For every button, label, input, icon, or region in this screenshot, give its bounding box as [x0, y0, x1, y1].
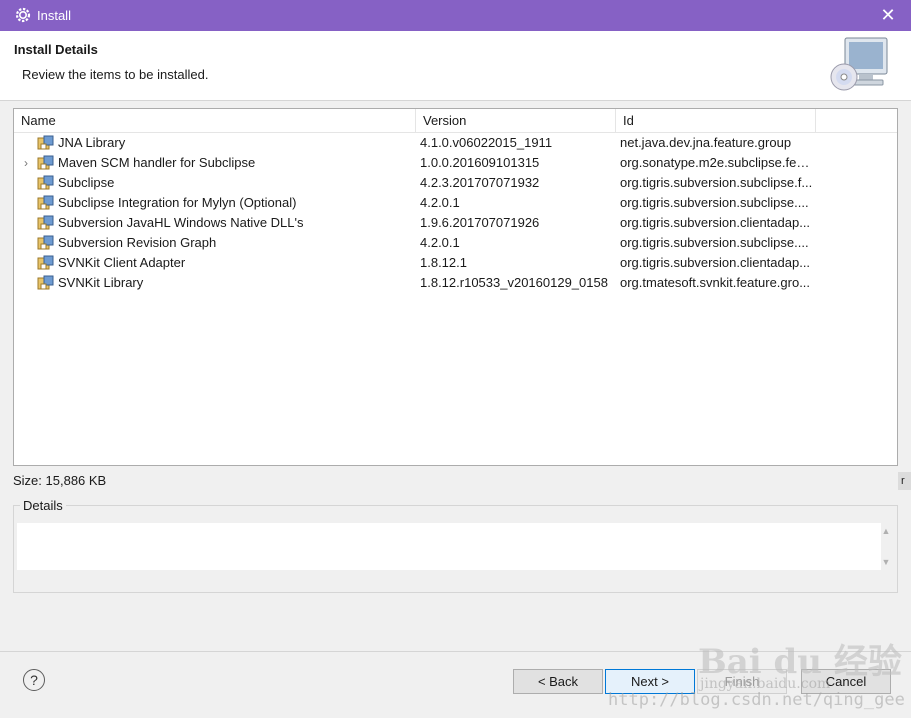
row-id: org.tigris.subversion.clientadap... — [620, 255, 811, 270]
table-row[interactable]: Subclipse 4.2.3.201707071932 org.tigris.… — [14, 173, 897, 193]
close-icon: ✕ — [880, 5, 896, 25]
row-version: 4.2.0.1 — [420, 195, 460, 210]
feature-plugin-icon — [37, 195, 54, 210]
row-name: Maven SCM handler for Subclipse — [58, 155, 256, 170]
row-name: Subversion Revision Graph — [58, 235, 217, 250]
column-header-id[interactable]: Id — [616, 109, 816, 133]
row-id: org.tigris.subversion.subclipse.... — [620, 235, 809, 250]
row-id: org.tigris.subversion.subclipse.... — [620, 195, 809, 210]
row-version: 4.2.3.201707071932 — [420, 175, 540, 190]
feature-plugin-icon — [37, 275, 54, 290]
table-row[interactable]: JNA Library 4.1.0.v06022015_1911 net.jav… — [14, 133, 897, 153]
footer-divider — [0, 651, 911, 652]
feature-plugin-icon — [37, 215, 54, 230]
feature-plugin-icon — [37, 155, 54, 170]
title-bar: Install ✕ — [0, 0, 911, 31]
row-version: 1.8.12.r10533_v20160129_0158 — [420, 275, 608, 290]
table-row[interactable]: SVNKit Library 1.8.12.r10533_v20160129_0… — [14, 273, 897, 293]
background-window-fragment: r — [898, 472, 911, 490]
cancel-button[interactable]: Cancel — [801, 669, 891, 694]
help-icon: ? — [30, 672, 38, 688]
install-items-table[interactable]: Name Version Id JNA Library 4.1.0.v06022… — [13, 108, 898, 466]
row-version: 1.0.0.201609101315 — [420, 155, 540, 170]
row-version: 1.9.6.201707071926 — [420, 215, 540, 230]
back-button[interactable]: < Back — [513, 669, 603, 694]
column-header-name[interactable]: Name — [14, 109, 416, 133]
table-row[interactable]: Subversion JavaHL Windows Native DLL's 1… — [14, 213, 897, 233]
scroll-up-icon[interactable]: ▲ — [880, 526, 892, 536]
gear-icon — [15, 7, 31, 23]
details-textarea[interactable] — [17, 523, 881, 570]
row-id: org.tmatesoft.svnkit.feature.gro... — [620, 275, 811, 290]
page-subtitle: Review the items to be installed. — [22, 67, 209, 82]
install-computer-icon — [830, 37, 888, 91]
details-group: Details ▲ ▼ — [13, 498, 898, 593]
window-title: Install — [37, 8, 71, 23]
details-legend: Details — [20, 498, 66, 513]
feature-plugin-icon — [37, 235, 54, 250]
row-version: 4.1.0.v06022015_1911 — [420, 135, 553, 150]
chevron-right-icon[interactable]: › — [20, 153, 32, 173]
table-row[interactable]: SVNKit Client Adapter 1.8.12.1 org.tigri… — [14, 253, 897, 273]
finish-button[interactable]: Finish — [697, 669, 787, 694]
wizard-header: Install Details Review the items to be i… — [0, 31, 911, 101]
row-id: org.tigris.subversion.clientadap... — [620, 215, 811, 230]
next-button[interactable]: Next > — [605, 669, 695, 694]
table-row[interactable]: › Maven SCM handler for Subclipse 1.0.0.… — [14, 153, 897, 173]
row-name: JNA Library — [58, 135, 126, 150]
row-name: Subversion JavaHL Windows Native DLL's — [58, 215, 304, 230]
feature-plugin-icon — [37, 175, 54, 190]
row-name: Subclipse Integration for Mylyn (Optiona… — [58, 195, 297, 210]
install-size-label: Size: 15,886 KB — [13, 473, 107, 488]
feature-plugin-icon — [37, 255, 54, 270]
scroll-down-icon[interactable]: ▼ — [880, 557, 892, 567]
details-scrollbar[interactable]: ▲ ▼ — [880, 524, 892, 569]
row-name: SVNKit Client Adapter — [58, 255, 186, 270]
row-version: 1.8.12.1 — [420, 255, 467, 270]
row-name: Subclipse — [58, 175, 115, 190]
page-title: Install Details — [14, 42, 98, 57]
help-button[interactable]: ? — [23, 669, 45, 691]
feature-plugin-icon — [37, 135, 54, 150]
column-header-version[interactable]: Version — [416, 109, 616, 133]
table-header: Name Version Id — [14, 109, 897, 133]
row-id: org.tigris.subversion.subclipse.f... — [620, 175, 813, 190]
row-id: org.sonatype.m2e.subclipse.feat... — [620, 155, 814, 170]
row-version: 4.2.0.1 — [420, 235, 460, 250]
close-button[interactable]: ✕ — [865, 0, 911, 31]
table-row[interactable]: Subclipse Integration for Mylyn (Optiona… — [14, 193, 897, 213]
table-row[interactable]: Subversion Revision Graph 4.2.0.1 org.ti… — [14, 233, 897, 253]
table-body: JNA Library 4.1.0.v06022015_1911 net.jav… — [14, 133, 897, 293]
row-name: SVNKit Library — [58, 275, 144, 290]
row-id: net.java.dev.jna.feature.group — [620, 135, 792, 150]
